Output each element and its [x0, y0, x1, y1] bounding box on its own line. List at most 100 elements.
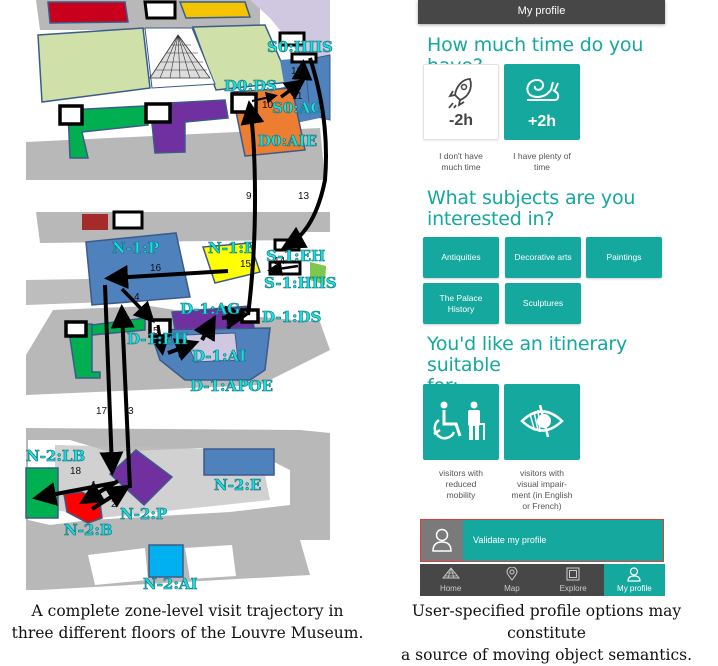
step-label: 4 — [134, 292, 140, 303]
zone-label: N-2:LB — [26, 447, 85, 465]
nav-label: My profile — [617, 584, 652, 593]
zone-label: N-2:P — [120, 505, 167, 523]
pyramid-icon — [441, 567, 460, 579]
floor-0: S0:HIIS D0:DS S0:AG D0:AIE 10 11 12 — [26, 0, 333, 180]
profile-app-screen: My profile How much time do you have? -2… — [418, 0, 665, 596]
bottom-navigation: Home Map Explore My profile — [420, 564, 665, 596]
step-label: 6 — [178, 350, 184, 361]
caption-line: visitors with — [439, 468, 483, 478]
zone-label: D-1:APOE — [190, 377, 273, 395]
zone-blue-n2e — [203, 448, 275, 476]
caption-line: a source of moving object semantics. — [400, 646, 693, 664]
itinerary-caption: visitors with reduced mobility — [421, 468, 501, 501]
frame-icon — [566, 567, 580, 581]
step-label: 5 — [153, 326, 159, 337]
step-label: 9 — [246, 191, 252, 202]
nav-label: Map — [504, 584, 520, 593]
zone-label: N-2:AI — [143, 575, 198, 593]
step-label: 7 — [210, 333, 216, 344]
user-icon — [627, 567, 641, 582]
zone-label: N-1:P — [112, 239, 159, 257]
zone-label: S-1:HIIS — [264, 274, 337, 292]
nav-label: Explore — [559, 584, 587, 593]
zone-skyblue-n2ai — [148, 544, 184, 578]
subject-paintings[interactable]: Paintings — [586, 237, 662, 278]
step-label: 8 — [226, 321, 232, 332]
itinerary-visual-impairment[interactable] — [504, 384, 580, 460]
avatar-box — [421, 520, 463, 561]
nav-label: Home — [439, 584, 462, 593]
zone-label: D0:DS — [224, 77, 277, 95]
nav-explore[interactable]: Explore — [543, 564, 604, 596]
subject-decorative-arts[interactable]: Decorative arts — [505, 237, 581, 278]
subject-label: The Palace — [439, 292, 483, 303]
step-label: 16 — [150, 263, 162, 274]
rocket-icon — [448, 78, 472, 109]
step-label: 15 — [240, 259, 252, 270]
zone-label: N-1:E — [208, 239, 255, 257]
step-label: 10 — [262, 100, 274, 111]
snail-icon — [526, 78, 560, 101]
caption-line: time — [533, 162, 551, 172]
question-subjects: What subjects are you interested in? — [427, 188, 635, 230]
caption-line: three different floors of the Louvre Mus… — [11, 624, 364, 642]
validate-label: Validate my profile — [473, 535, 547, 545]
time-caption: I have plenty of time — [502, 151, 582, 173]
caption-line: much time — [441, 162, 481, 172]
step-label: 12 — [291, 66, 303, 77]
step-label: 17 — [96, 406, 108, 417]
subject-label: Antiquities — [441, 252, 481, 262]
subject-label: History — [447, 303, 475, 314]
zone-label: D0:AIE — [258, 132, 317, 150]
title-line: interested in? — [427, 208, 555, 230]
louvre-trajectory-map: S0:HIIS D0:DS S0:AG D0:AIE 10 11 12 N-1:… — [0, 0, 360, 596]
map-canvas: S0:HIIS D0:DS S0:AG D0:AIE 10 11 12 N-1:… — [25, 0, 337, 596]
zone-label: D-1:DS — [262, 308, 321, 326]
map-pin-icon — [506, 567, 518, 581]
right-figure-caption: User-specified profile options may const… — [375, 600, 718, 666]
time-option-short[interactable]: -2h — [423, 64, 499, 140]
caption-line: or French) — [522, 501, 562, 511]
time-caption: I don't have much time — [421, 151, 501, 173]
nav-my-profile[interactable]: My profile — [603, 564, 665, 596]
itinerary-reduced-mobility[interactable] — [423, 384, 499, 460]
caption-line: reduced — [445, 479, 477, 489]
zone-red — [47, 1, 129, 24]
caption-line: ment (in English — [511, 490, 573, 500]
subject-antiquities[interactable]: Antiquities — [423, 237, 499, 278]
subject-palace-history[interactable]: The Palace History — [423, 283, 499, 324]
zone-yellow — [178, 1, 252, 19]
time-option-long[interactable]: +2h — [504, 64, 580, 140]
user-icon — [432, 528, 452, 552]
floor-minus-1: N-1:P N-1:E S-1:EH S-1:HIIS D-1:AG D-1:D… — [26, 210, 337, 395]
step-label: 2 — [111, 499, 117, 510]
reduced-mobility-icon — [433, 401, 485, 440]
step-label: 11 — [292, 91, 303, 102]
itinerary-caption: visitors with visual impair- ment (in En… — [502, 468, 582, 512]
caption-line: mobility — [446, 490, 476, 500]
step-label: 14 — [274, 256, 286, 267]
nav-home[interactable]: Home — [420, 564, 481, 596]
visual-impairment-icon — [520, 404, 564, 438]
zone-label: S0:HIIS — [267, 38, 333, 56]
subject-label: Sculptures — [522, 298, 564, 308]
title-line: What subjects are you — [427, 187, 636, 209]
caption-line: I don't have — [439, 151, 483, 161]
validate-profile-button[interactable]: Validate my profile — [420, 519, 664, 562]
title-line: You'd like an itinerary suitable — [427, 333, 628, 376]
time-value: +2h — [527, 113, 556, 130]
caption-line: I have plenty of — [513, 151, 571, 161]
step-label: 18 — [70, 466, 82, 477]
caption-line: visual impair- — [516, 479, 568, 489]
nav-map[interactable]: Map — [481, 564, 542, 596]
caption-line: visitors with — [520, 468, 564, 478]
subject-label: Paintings — [606, 252, 642, 262]
subject-label: Decorative arts — [514, 252, 572, 262]
time-value: -2h — [449, 112, 473, 129]
app-header: My profile — [418, 0, 665, 24]
zone-light-green — [37, 27, 151, 103]
left-figure-caption: A complete zone-level visit trajectory i… — [0, 600, 375, 644]
subject-sculptures[interactable]: Sculptures — [505, 283, 581, 324]
zone-label: N-2:B — [64, 521, 113, 539]
zone-label: N-2:E — [214, 476, 261, 494]
